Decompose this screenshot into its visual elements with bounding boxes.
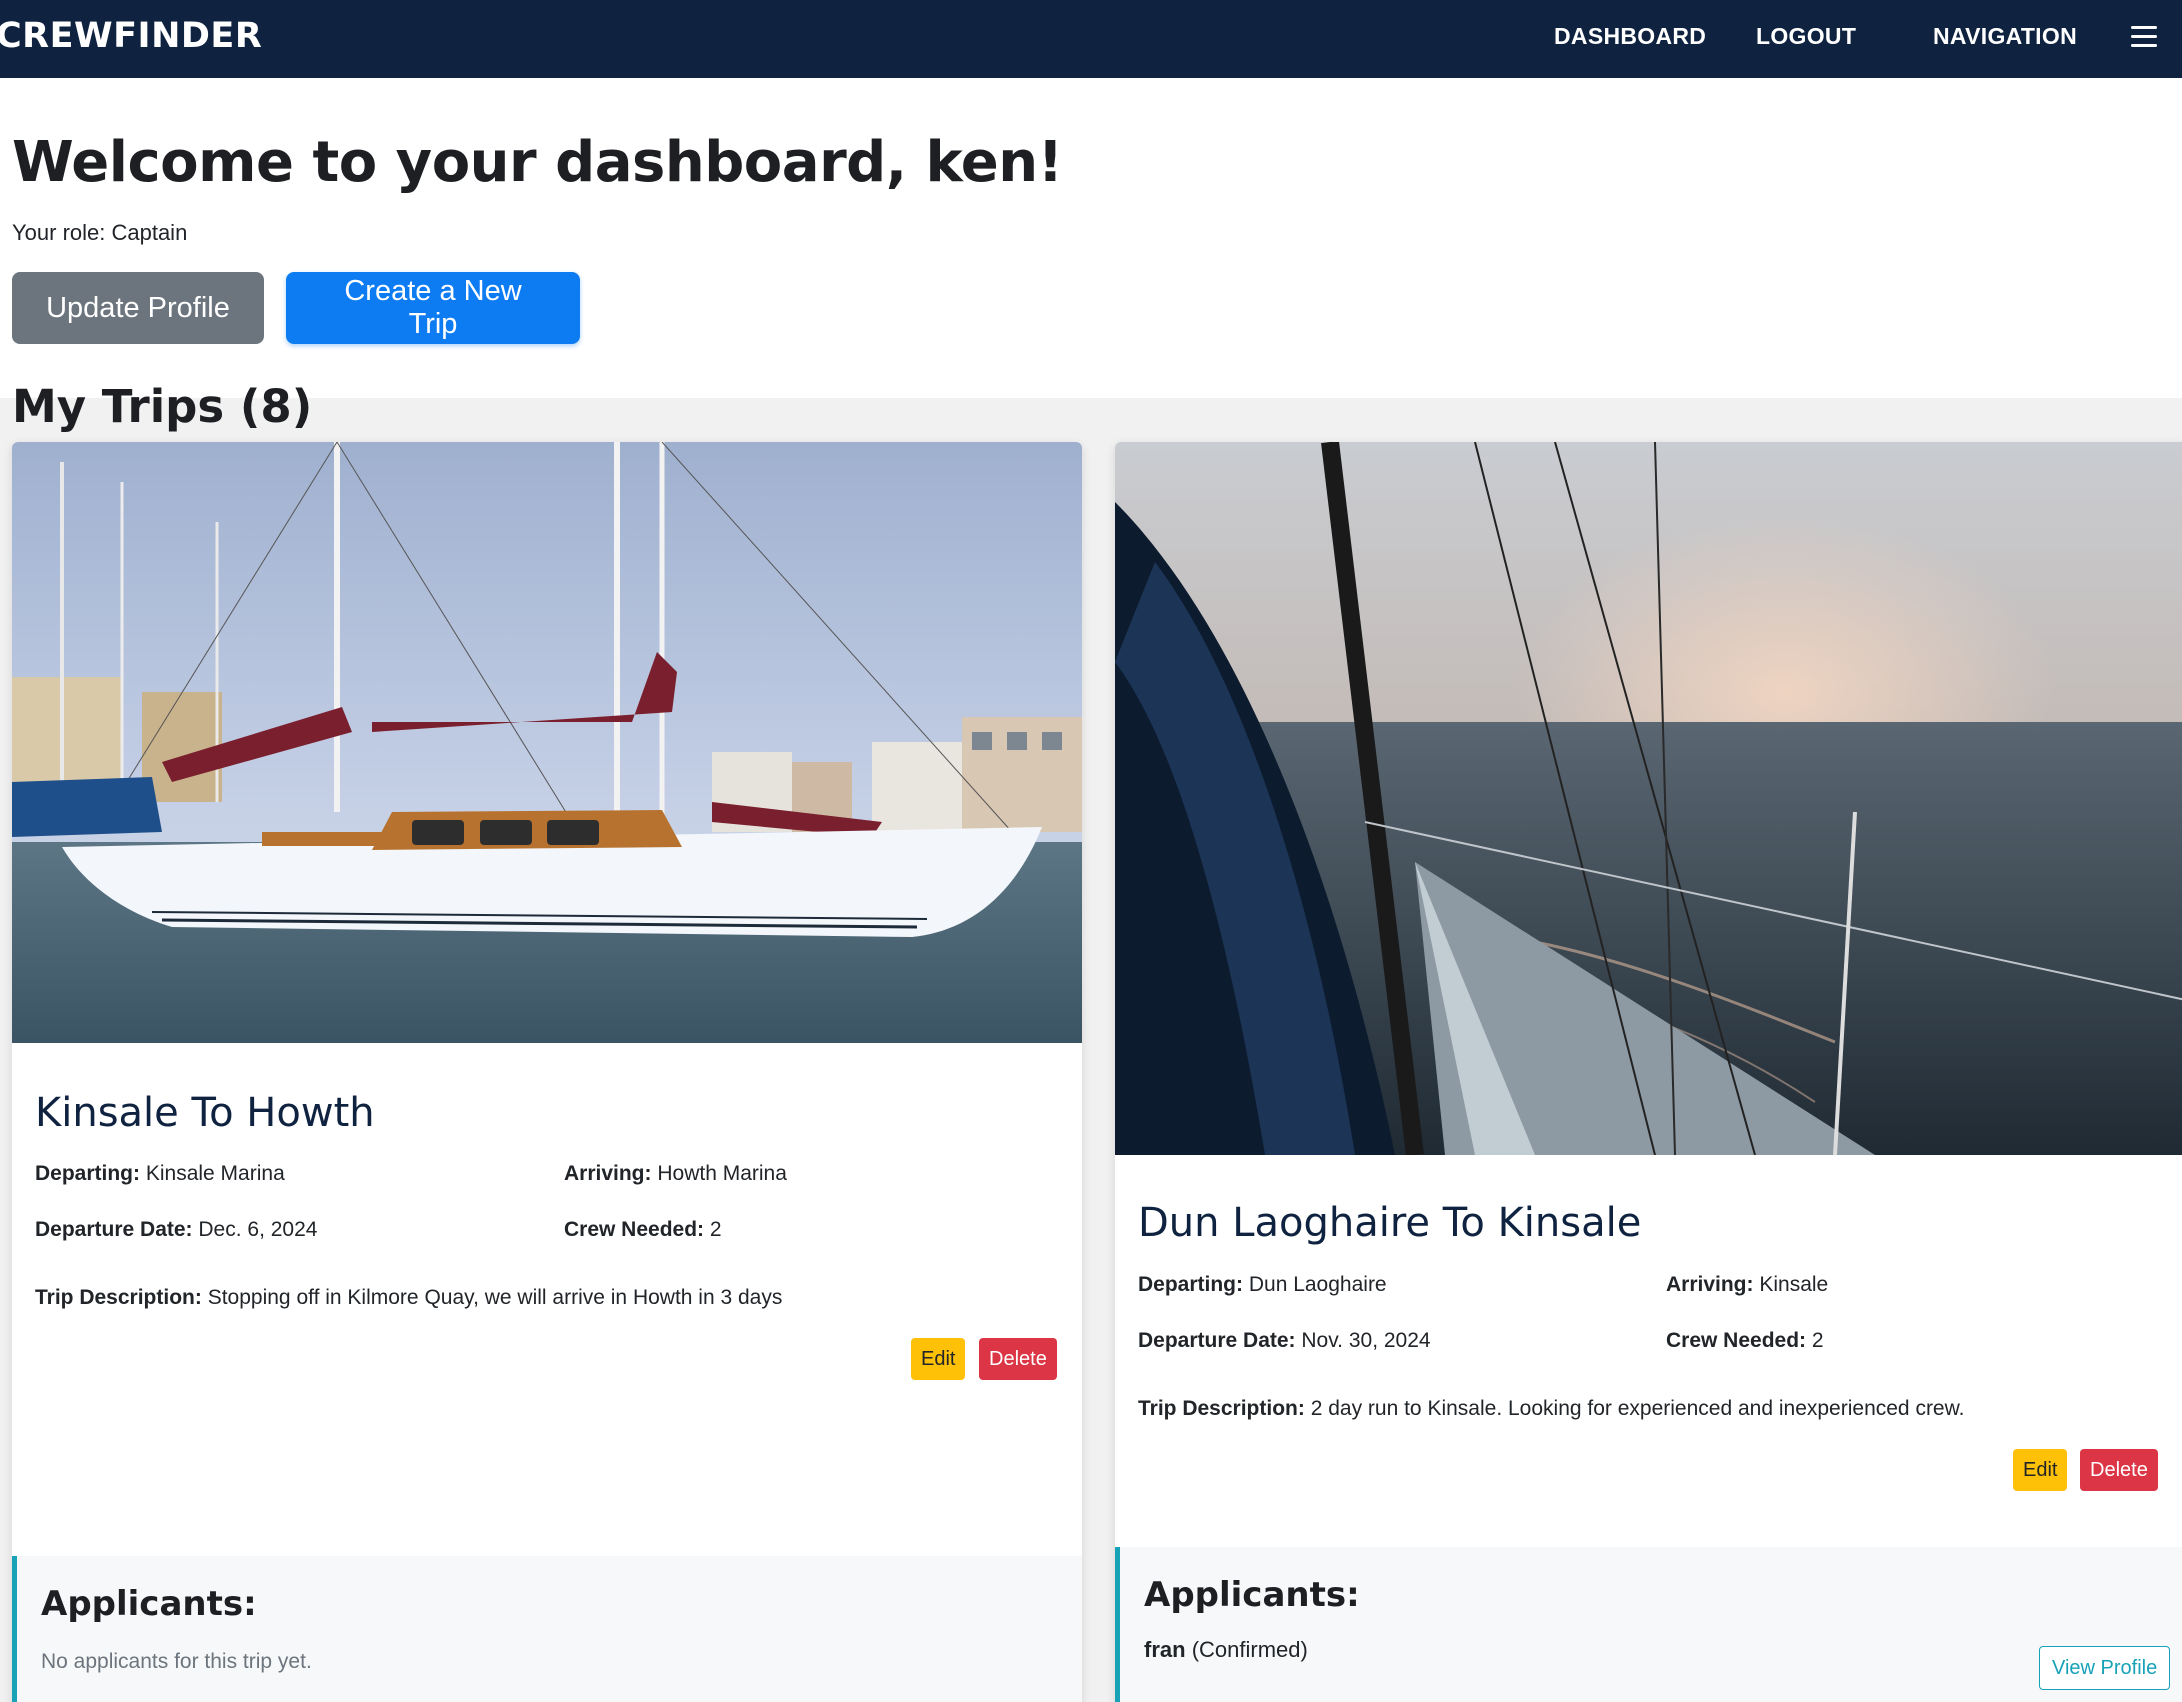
update-profile-button[interactable]: Update Profile — [12, 272, 264, 344]
edit-trip-button[interactable]: Edit — [2013, 1449, 2068, 1491]
departure-date-field: Departure Date: Nov. 30, 2024 — [1138, 1329, 1431, 1353]
trip-description-field: Trip Description: Stopping off in Kilmor… — [35, 1286, 782, 1310]
trip-card: Kinsale To Howth Departing: Kinsale Mari… — [12, 442, 1082, 1702]
departure-date-value: Nov. 30, 2024 — [1301, 1329, 1431, 1352]
arriving-label: Arriving: — [1666, 1273, 1754, 1296]
brand-logo[interactable]: CREWFINDER — [0, 16, 262, 56]
applicants-section: Applicants: No applicants for this trip … — [12, 1556, 1082, 1702]
trip-image-sailing-sea — [1115, 442, 2182, 1155]
departure-date-value: Dec. 6, 2024 — [198, 1218, 318, 1241]
no-applicants-text: No applicants for this trip yet. — [41, 1650, 312, 1673]
crew-needed-field: Crew Needed: 2 — [1666, 1329, 1824, 1353]
dashboard-page: CREWFINDER DASHBOARD LOGOUT NAVIGATION W… — [0, 0, 2182, 1702]
arriving-field: Arriving: Kinsale — [1666, 1273, 1828, 1297]
trip-title: Dun Laoghaire To Kinsale — [1138, 1200, 1642, 1246]
departing-label: Departing: — [1138, 1273, 1243, 1296]
trip-description-label: Trip Description: — [1138, 1397, 1305, 1420]
applicants-heading: Applicants: — [1144, 1575, 1360, 1615]
page-title: Welcome to your dashboard, ken! — [12, 130, 1063, 195]
crew-needed-label: Crew Needed: — [564, 1218, 705, 1241]
trip-description-value: Stopping off in Kilmore Quay, we will ar… — [207, 1286, 783, 1309]
crew-needed-label: Crew Needed: — [1666, 1329, 1807, 1352]
my-trips-heading: My Trips (8) — [12, 380, 313, 433]
trip-description-value: 2 day run to Kinsale. Looking for experi… — [1310, 1397, 1965, 1420]
applicants-heading: Applicants: — [41, 1584, 257, 1624]
departing-field: Departing: Dun Laoghaire — [1138, 1273, 1387, 1297]
hamburger-menu-icon[interactable] — [2131, 26, 2157, 48]
nav-logout-link[interactable]: LOGOUT — [1756, 23, 1856, 50]
top-navbar: CREWFINDER DASHBOARD LOGOUT NAVIGATION — [0, 0, 2182, 78]
applicants-section: Applicants: fran (Confirmed) View Profil… — [1115, 1547, 2182, 1702]
header-band — [0, 78, 2182, 398]
arriving-value: Howth Marina — [657, 1162, 787, 1185]
arriving-value: Kinsale — [1759, 1273, 1829, 1296]
departing-field: Departing: Kinsale Marina — [35, 1162, 285, 1186]
applicant-name: fran — [1144, 1637, 1186, 1662]
crew-needed-value: 2 — [1811, 1329, 1824, 1352]
trip-title: Kinsale To Howth — [35, 1090, 375, 1136]
departing-value: Kinsale Marina — [145, 1162, 285, 1185]
user-role: Your role: Captain — [12, 220, 188, 245]
departing-value: Dun Laoghaire — [1248, 1273, 1387, 1296]
arriving-label: Arriving: — [564, 1162, 652, 1185]
nav-navigation-link[interactable]: NAVIGATION — [1933, 23, 2077, 50]
departure-date-label: Departure Date: — [1138, 1329, 1296, 1352]
crew-needed-field: Crew Needed: 2 — [564, 1218, 722, 1242]
trip-card: Dun Laoghaire To Kinsale Departing: Dun … — [1115, 442, 2182, 1702]
delete-trip-button[interactable]: Delete — [2080, 1449, 2158, 1491]
arriving-field: Arriving: Howth Marina — [564, 1162, 787, 1186]
delete-trip-button[interactable]: Delete — [979, 1338, 1057, 1380]
trip-description-label: Trip Description: — [35, 1286, 202, 1309]
nav-dashboard-link[interactable]: DASHBOARD — [1554, 23, 1706, 50]
trip-description-field: Trip Description: 2 day run to Kinsale. … — [1138, 1397, 1964, 1421]
departure-date-label: Departure Date: — [35, 1218, 193, 1241]
edit-trip-button[interactable]: Edit — [911, 1338, 966, 1380]
applicant-status: (Confirmed) — [1191, 1637, 1308, 1662]
view-profile-button[interactable]: View Profile — [2039, 1646, 2171, 1690]
applicant-entry: fran (Confirmed) — [1144, 1637, 1308, 1663]
departure-date-field: Departure Date: Dec. 6, 2024 — [35, 1218, 317, 1242]
departing-label: Departing: — [35, 1162, 140, 1185]
crew-needed-value: 2 — [709, 1218, 722, 1241]
create-trip-button[interactable]: Create a New Trip — [286, 272, 580, 344]
trip-image-marina-yacht — [12, 442, 1082, 1043]
